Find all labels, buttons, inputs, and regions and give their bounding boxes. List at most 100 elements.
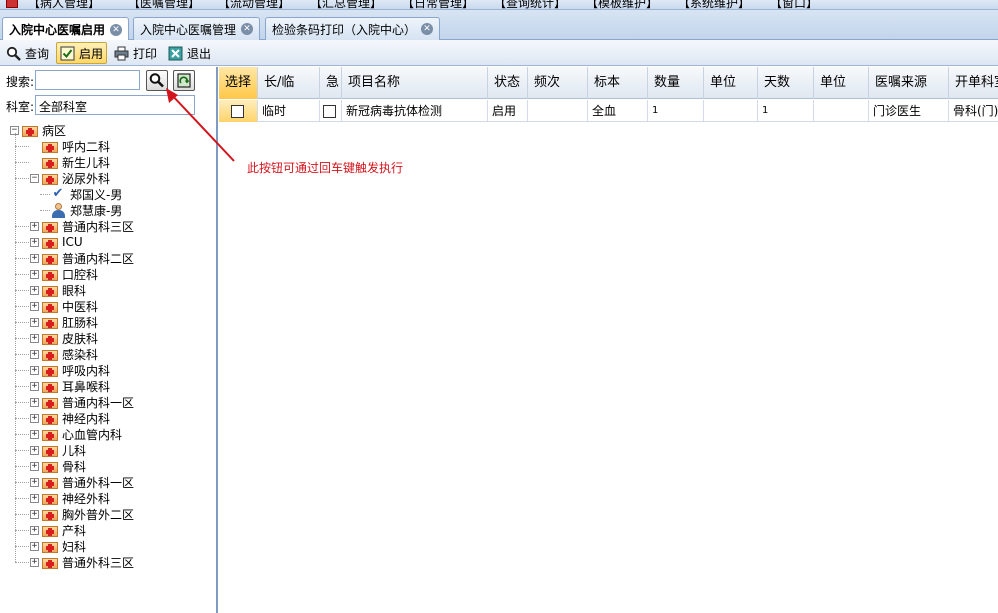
col-unit[interactable]: 单位 <box>704 67 758 99</box>
tab-order-enable[interactable]: 入院中心医嘱启用 ✕ <box>2 17 130 41</box>
col-quantity[interactable]: 数量 <box>648 67 704 99</box>
enable-button[interactable]: 启用 <box>56 42 108 64</box>
menu-flow[interactable]: 【流动管理】 <box>218 0 290 9</box>
tree-dept-12[interactable]: + 皮肤科 <box>30 330 98 346</box>
menu-query[interactable]: 【查询统计】 <box>494 0 566 9</box>
expand-icon[interactable]: + <box>30 541 39 551</box>
tree-dept-11[interactable]: + 肛肠科 <box>30 314 98 330</box>
menu-orders[interactable]: 【医嘱管理】 <box>128 0 200 9</box>
expand-icon[interactable]: + <box>30 557 39 567</box>
menu-template[interactable]: 【模板维护】 <box>586 0 658 9</box>
tree-dept-14[interactable]: + 呼吸内科 <box>30 362 110 378</box>
menu-summary[interactable]: 【汇总管理】 <box>310 0 382 9</box>
col-item-name[interactable]: 项目名称 <box>342 67 488 99</box>
expand-icon[interactable]: + <box>30 253 39 263</box>
tree-dept-13[interactable]: + 感染科 <box>30 346 98 362</box>
menu-daily[interactable]: 【日常管理】 <box>402 0 474 9</box>
expand-icon[interactable]: + <box>30 445 39 455</box>
expand-icon[interactable]: + <box>30 413 39 423</box>
ward-tree: − 病区 呼内二科 新生儿科 − 泌尿外科 ✔ 郑国义-男 郑慧康-男 + 普通内科三区 + ICU… <box>0 121 216 611</box>
urgent-cell[interactable] <box>320 100 342 122</box>
expand-icon[interactable]: + <box>30 381 39 391</box>
tree-dept-6[interactable]: + ICU <box>30 234 83 250</box>
print-button[interactable]: 打印 <box>111 42 160 64</box>
tree-dept-0[interactable]: 呼内二科 <box>30 138 110 154</box>
tree-node-label: 胸外普外二区 <box>62 507 135 522</box>
cell-days[interactable]: 1 <box>758 100 814 122</box>
tree-dept-2[interactable]: − 泌尿外科 <box>30 170 110 186</box>
expand-icon[interactable]: + <box>30 333 39 343</box>
menu-system[interactable]: 【系统维护】 <box>678 0 750 9</box>
tree-dept-24[interactable]: + 产科 <box>30 522 86 538</box>
tree-dept-17[interactable]: + 神经内科 <box>30 410 110 426</box>
col-order-source[interactable]: 医嘱来源 <box>869 67 949 99</box>
expand-icon[interactable]: + <box>30 509 39 519</box>
exit-button[interactable]: 退出 <box>165 42 214 64</box>
expand-icon[interactable]: + <box>30 525 39 535</box>
tree-dept-5[interactable]: + 普通内科三区 <box>30 218 134 234</box>
department-icon <box>42 444 58 457</box>
expand-icon[interactable]: + <box>30 237 39 247</box>
menu-patient[interactable]: 【病人管理】 <box>28 0 100 9</box>
tree-dept-1[interactable]: 新生儿科 <box>30 154 110 170</box>
tree-dept-25[interactable]: + 妇科 <box>30 538 86 554</box>
col-status[interactable]: 状态 <box>488 67 528 99</box>
cell-unit <box>704 100 758 122</box>
tree-patient-4[interactable]: 郑慧康-男 <box>50 202 122 218</box>
urgent-checkbox[interactable] <box>323 105 336 118</box>
tree-dept-22[interactable]: + 神经外科 <box>30 490 110 506</box>
col-specimen[interactable]: 标本 <box>588 67 648 99</box>
expand-icon[interactable]: + <box>30 285 39 295</box>
col-long-temp[interactable]: 长/临 <box>258 67 320 99</box>
tree-node-label: 普通内科二区 <box>62 251 135 266</box>
expand-icon[interactable]: + <box>30 269 39 279</box>
app-icon <box>6 0 18 8</box>
tree-dept-9[interactable]: + 眼科 <box>30 282 86 298</box>
expand-icon[interactable]: + <box>30 397 39 407</box>
tree-node-label: 耳鼻喉科 <box>62 379 111 394</box>
tree-guide-line <box>15 306 29 307</box>
expand-icon[interactable]: + <box>30 365 39 375</box>
col-order-dept[interactable]: 开单科室 <box>949 67 998 99</box>
col-days[interactable]: 天数 <box>758 67 814 99</box>
table-row[interactable]: 临时 新冠病毒抗体检测 启用 全血 1 1 门诊医生 骨科(门) <box>219 100 998 122</box>
expand-icon[interactable]: + <box>30 429 39 439</box>
col-urgent[interactable]: 急 <box>320 67 342 99</box>
tree-guide-line <box>15 498 29 499</box>
tab-order-manage[interactable]: 入院中心医嘱管理 ✕ <box>133 17 261 40</box>
tree-dept-15[interactable]: + 耳鼻喉科 <box>30 378 110 394</box>
tree-dept-23[interactable]: + 胸外普外二区 <box>30 506 134 522</box>
cell-status: 启用 <box>488 100 528 122</box>
cell-frequency[interactable] <box>528 100 588 122</box>
tree-dept-10[interactable]: + 中医科 <box>30 298 98 314</box>
tree-dept-18[interactable]: + 心血管内科 <box>30 426 122 442</box>
tree-dept-7[interactable]: + 普通内科二区 <box>30 250 134 266</box>
close-icon[interactable]: ✕ <box>241 23 254 35</box>
expand-icon[interactable]: + <box>30 477 39 487</box>
menu-window[interactable]: 【窗口】 <box>770 0 818 9</box>
col-unit2[interactable]: 单位 <box>814 67 869 99</box>
department-icon <box>42 380 58 393</box>
collapse-icon[interactable]: − <box>30 173 39 183</box>
expand-icon[interactable]: + <box>30 317 39 327</box>
expand-icon[interactable]: + <box>30 349 39 359</box>
col-frequency[interactable]: 频次 <box>528 67 588 99</box>
close-icon[interactable]: ✕ <box>421 23 434 35</box>
expand-icon[interactable]: + <box>30 301 39 311</box>
expand-icon[interactable]: + <box>30 461 39 471</box>
search-input[interactable] <box>35 70 140 90</box>
expand-icon[interactable]: + <box>30 493 39 503</box>
tree-dept-20[interactable]: + 骨科 <box>30 458 86 474</box>
tree-dept-26[interactable]: + 普通外科三区 <box>30 554 134 570</box>
tree-root[interactable]: − 病区 <box>10 122 66 138</box>
tree-dept-21[interactable]: + 普通外科一区 <box>30 474 134 490</box>
query-button[interactable]: 查询 <box>3 42 52 64</box>
cell-quantity[interactable]: 1 <box>648 100 704 122</box>
tab-barcode-print[interactable]: 检验条码打印（入院中心） ✕ <box>265 17 441 40</box>
tree-dept-19[interactable]: + 儿科 <box>30 442 86 458</box>
tree-dept-16[interactable]: + 普通内科一区 <box>30 394 134 410</box>
expand-icon[interactable]: + <box>30 221 39 231</box>
tree-patient-3[interactable]: ✔ 郑国义-男 <box>50 186 123 202</box>
close-icon[interactable]: ✕ <box>110 23 123 36</box>
tree-dept-8[interactable]: + 口腔科 <box>30 266 98 282</box>
